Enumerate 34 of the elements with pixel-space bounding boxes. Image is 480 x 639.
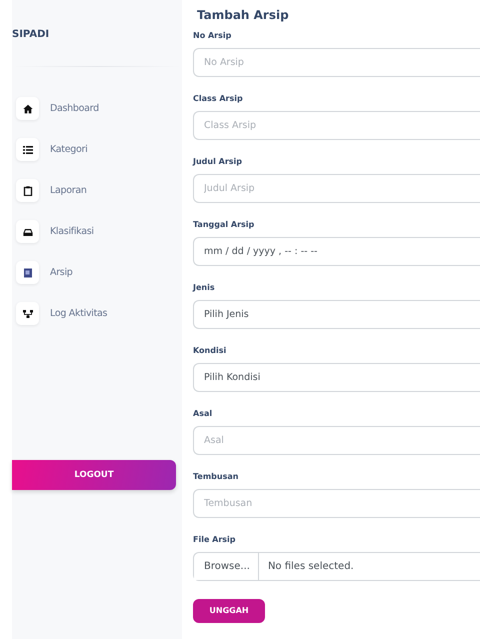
field-label: Jenis bbox=[193, 283, 216, 294]
field-label: Class Arsip bbox=[193, 94, 244, 105]
date-field[interactable]: mm / dd / yyyy , -- : -- -- bbox=[193, 237, 480, 266]
field-label: Tanggal Arsip bbox=[193, 220, 256, 231]
upload-button[interactable]: UNGGAH bbox=[193, 598, 265, 622]
input-field[interactable]: Asal bbox=[193, 426, 480, 455]
nav-item[interactable]: Kategori bbox=[12, 129, 182, 170]
nav-item[interactable]: Dashboard bbox=[12, 88, 182, 129]
network-icon bbox=[22, 308, 32, 318]
input-field[interactable]: No Arsip bbox=[193, 48, 480, 77]
select-field[interactable]: Pilih Jenis bbox=[193, 300, 480, 329]
field-label: File Arsip bbox=[193, 535, 237, 546]
input-field[interactable]: Tembusan bbox=[193, 489, 480, 518]
field-label: Asal bbox=[193, 409, 214, 420]
logout-button[interactable]: LOGOUT bbox=[12, 460, 176, 490]
input-field[interactable]: Class Arsip bbox=[193, 111, 480, 140]
nav-item[interactable]: Log Aktivitas bbox=[12, 293, 182, 334]
inbox-icon bbox=[22, 226, 32, 236]
field-label: Kondisi bbox=[193, 346, 228, 357]
nav-item[interactable]: Arsip bbox=[12, 252, 182, 293]
list-icon bbox=[22, 144, 32, 154]
file-status: No files selected. bbox=[266, 561, 354, 572]
select-field[interactable]: Pilih Kondisi bbox=[193, 363, 480, 392]
document-icon bbox=[22, 268, 32, 278]
field-label: No Arsip bbox=[193, 31, 232, 42]
clipboard-icon bbox=[22, 186, 32, 196]
field-label: Tembusan bbox=[193, 472, 240, 483]
form-title: Tambah Arsip bbox=[197, 8, 290, 24]
brand-name: SIPADI bbox=[12, 28, 50, 42]
home-icon bbox=[22, 104, 32, 114]
browse-button[interactable]: Browse... bbox=[194, 553, 259, 580]
field-label: Judul Arsip bbox=[193, 157, 243, 168]
nav-item[interactable]: Klasifikasi bbox=[12, 211, 182, 252]
nav-item[interactable]: Laporan bbox=[12, 170, 182, 211]
